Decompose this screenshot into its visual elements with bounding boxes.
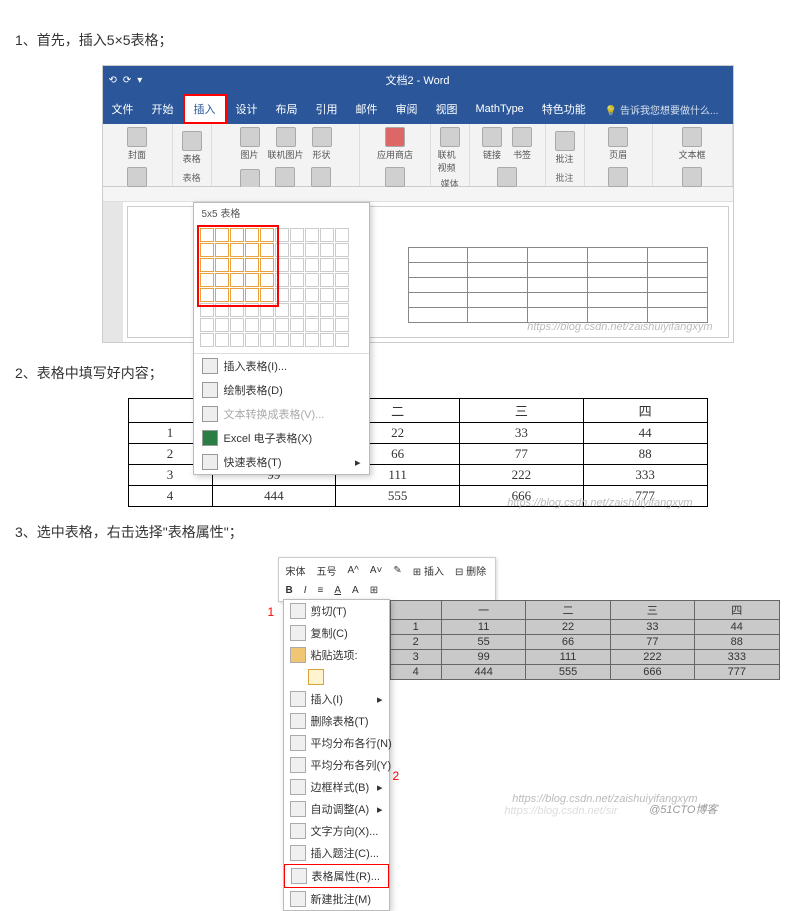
tab-layout[interactable]: 布局 xyxy=(267,96,307,122)
store-button[interactable]: 应用商店 xyxy=(376,126,414,162)
border-style-item[interactable]: 边框样式(B)▸ xyxy=(284,776,389,798)
tell-me-search[interactable]: 💡 告诉我您想要做什么... xyxy=(605,102,719,117)
header-button[interactable]: 页眉 xyxy=(605,126,631,162)
ruler xyxy=(103,187,733,202)
qat[interactable]: ⟲⟳▾ xyxy=(109,75,143,86)
annotation-1: 1 xyxy=(268,605,275,619)
insert-item[interactable]: 插入(I)▸ xyxy=(284,688,389,710)
step-3-title: 3、选中表格，右击选择"表格属性"； xyxy=(15,522,805,542)
tab-references[interactable]: 引用 xyxy=(307,96,347,122)
clipboard-icon xyxy=(308,669,324,685)
properties-icon xyxy=(291,868,307,884)
watermark-51cto: @51CTO博客 xyxy=(649,801,717,817)
pencil-icon xyxy=(202,382,218,398)
ribbon: 封面 空白页 分页 页面 表格 表格 图片 联机图片 形状 SmartArt 图… xyxy=(103,124,733,187)
title-bar: ⟲⟳▾ 文档2 - Word xyxy=(103,66,733,94)
table-button[interactable]: 表格 xyxy=(179,130,205,166)
watermark-csdn-2: https://blog.csdn.net/zaishuiyifangxym xyxy=(507,497,692,509)
watermark-csdn: https://blog.csdn.net/zaishuiyifangxym xyxy=(527,321,712,333)
copy-item[interactable]: 复制(C) xyxy=(284,622,389,644)
table-dropdown: 5x5 表格 插入表格(I)... 绘制表格(D) 文本转换成表格(V)... … xyxy=(193,202,370,475)
delete-icon[interactable]: ⊟ 删除 xyxy=(451,561,490,580)
cols-icon xyxy=(290,757,306,773)
ribbon-tabs: 文件 开始 插入 设计 布局 引用 邮件 审阅 视图 MathType 特色功能… xyxy=(103,94,733,124)
context-menu: 剪切(T) 复制(C) 粘贴选项: 插入(I)▸ 删除表格(T) 平均分布各行(… xyxy=(283,599,390,911)
rows-icon xyxy=(290,735,306,751)
tab-features[interactable]: 特色功能 xyxy=(533,96,595,122)
online-pic-button[interactable]: 联机图片 xyxy=(267,126,305,162)
tab-mailings[interactable]: 邮件 xyxy=(347,96,387,122)
quick-tables-item[interactable]: 快速表格(T)▸ xyxy=(194,450,369,474)
tab-insert[interactable]: 插入 xyxy=(183,94,227,124)
tab-file[interactable]: 文件 xyxy=(103,96,143,122)
autofit-item[interactable]: 自动调整(A)▸ xyxy=(284,798,389,820)
direction-icon xyxy=(290,823,306,839)
selected-table[interactable]: 一二三四 111223344 255667788 399111222333 44… xyxy=(390,600,780,680)
video-button[interactable]: 联机视频 xyxy=(437,126,463,175)
comment-button[interactable]: 批注 xyxy=(552,130,578,166)
tab-review[interactable]: 审阅 xyxy=(387,96,427,122)
shapes-button[interactable]: 形状 xyxy=(309,126,335,162)
step-2-title: 2、表格中填写好内容； xyxy=(15,363,805,383)
tab-design[interactable]: 设计 xyxy=(227,96,267,122)
tab-home[interactable]: 开始 xyxy=(143,96,183,122)
autofit-icon xyxy=(290,801,306,817)
link-button[interactable]: 链接 xyxy=(479,126,505,162)
distribute-cols-item[interactable]: 平均分布各列(Y) xyxy=(284,754,389,776)
caption-icon xyxy=(290,845,306,861)
tab-view[interactable]: 视图 xyxy=(427,96,467,122)
tab-mathtype[interactable]: MathType xyxy=(467,98,533,120)
word-window: ⟲⟳▾ 文档2 - Word 文件 开始 插入 设计 布局 引用 邮件 审阅 视… xyxy=(102,65,734,343)
textbox-button[interactable]: 文本框 xyxy=(678,126,707,162)
annotation-2: 2 xyxy=(393,769,400,783)
insert-table-item[interactable]: 插入表格(I)... xyxy=(194,354,369,378)
copy-icon xyxy=(290,625,306,641)
excel-spreadsheet-item[interactable]: Excel 电子表格(X) xyxy=(194,426,369,450)
new-comment-item[interactable]: 新建批注(M) xyxy=(284,888,389,910)
inserted-table-preview xyxy=(408,247,708,323)
step-1-title: 1、首先，插入5×5表格； xyxy=(15,30,805,50)
table-menu: 插入表格(I)... 绘制表格(D) 文本转换成表格(V)... Excel 电… xyxy=(194,353,369,474)
insert-icon xyxy=(290,691,306,707)
mini-toolbar[interactable]: 宋体五号A^A˅✎⊞ 插入⊟ 删除 BI≡AA⊞ xyxy=(278,557,496,602)
paste-options-item[interactable]: 粘贴选项: xyxy=(284,644,389,666)
watermark-csdn-4: https://blog.csdn.net/sir xyxy=(504,805,617,817)
border-icon xyxy=(290,779,306,795)
picture-button[interactable]: 图片 xyxy=(237,126,263,162)
draw-table-item[interactable]: 绘制表格(D) xyxy=(194,378,369,402)
step3-figure: 宋体五号A^A˅✎⊞ 插入⊟ 删除 BI≡AA⊞ 1 ✥ 一二三四 111223… xyxy=(108,557,728,797)
caption-item[interactable]: 插入题注(C)... xyxy=(284,842,389,864)
convert-text-item: 文本转换成表格(V)... xyxy=(194,402,369,426)
table-properties-item[interactable]: 表格属性(R)... xyxy=(284,864,389,888)
quick-icon xyxy=(202,454,218,470)
text-direction-item[interactable]: 文字方向(X)... xyxy=(284,820,389,842)
cut-item[interactable]: 剪切(T) xyxy=(284,600,389,622)
grid-size-label: 5x5 表格 xyxy=(194,203,369,222)
cover-page-button[interactable]: 封面 xyxy=(124,126,150,162)
delete-icon xyxy=(290,713,306,729)
grid-icon xyxy=(202,358,218,374)
paste-icon xyxy=(290,647,306,663)
convert-icon xyxy=(202,406,218,422)
doc-title: 文档2 - Word xyxy=(386,72,450,88)
scissors-icon xyxy=(290,603,306,619)
bookmark-button[interactable]: 书签 xyxy=(509,126,535,162)
delete-table-item[interactable]: 删除表格(T) xyxy=(284,710,389,732)
document-area: https://blog.csdn.net/zaishuiyifangxym 5… xyxy=(103,202,733,342)
table-grid-picker[interactable] xyxy=(194,222,369,353)
distribute-rows-item[interactable]: 平均分布各行(N) xyxy=(284,732,389,754)
insert-icon[interactable]: ⊞ 插入 xyxy=(409,561,448,580)
paste-option-icon[interactable] xyxy=(284,666,389,688)
excel-icon xyxy=(202,430,218,446)
comment-icon xyxy=(290,891,306,907)
